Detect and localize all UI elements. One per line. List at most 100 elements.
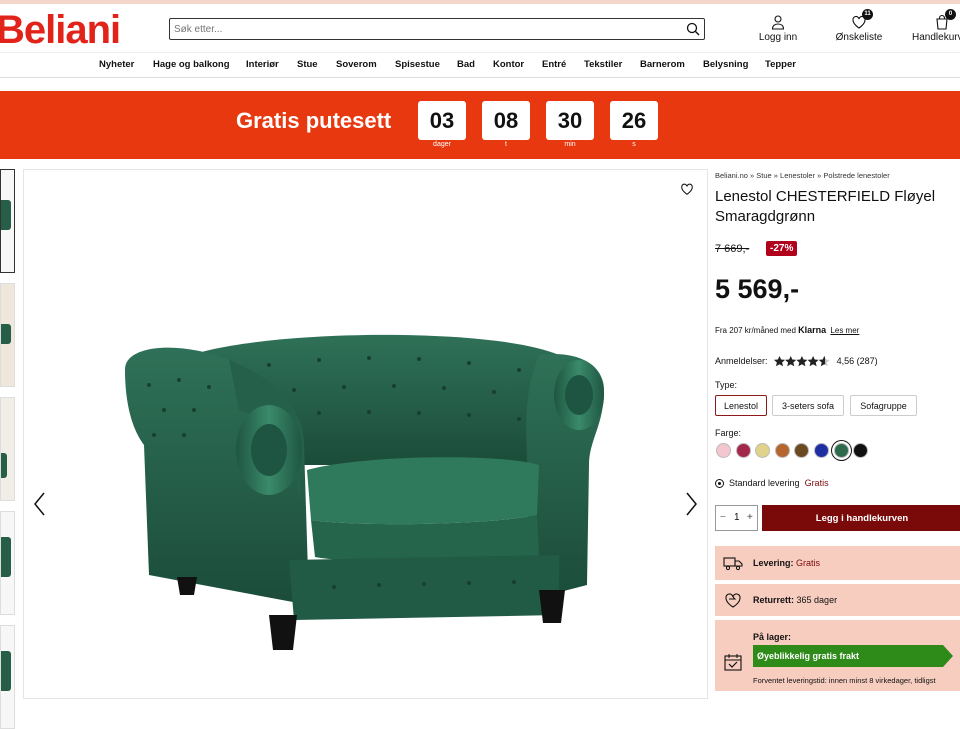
type-option-3-seters-sofa[interactable]: 3-seters sofa bbox=[772, 395, 844, 416]
nav-item-bad[interactable]: Bad bbox=[457, 59, 475, 70]
search-box[interactable] bbox=[169, 18, 705, 40]
qty-plus-button[interactable]: + bbox=[747, 512, 753, 523]
nav-item-hage-og-balkong[interactable]: Hage og balkong bbox=[153, 59, 230, 70]
nav-item-entre[interactable]: Entré bbox=[542, 59, 566, 70]
breadcrumb[interactable]: Beliani.no » Stue » Lenestoler » Polstre… bbox=[715, 171, 890, 180]
wishlist-button[interactable]: 11 Ønskeliste bbox=[834, 9, 884, 43]
countdown-seconds-value: 26 bbox=[610, 101, 658, 140]
countdown-minutes: 30 min bbox=[546, 101, 594, 148]
login-label: Logg inn bbox=[758, 32, 798, 43]
thumbnail[interactable] bbox=[0, 169, 15, 273]
nav-item-barnerom[interactable]: Barnerom bbox=[640, 59, 685, 70]
color-swatch[interactable] bbox=[814, 443, 829, 458]
color-label: Farge: bbox=[715, 428, 742, 438]
klarna-text: Fra 207 kr/måned med bbox=[715, 326, 796, 335]
qty-minus-button[interactable]: − bbox=[720, 512, 726, 523]
color-swatch[interactable] bbox=[735, 443, 751, 458]
countdown-minutes-value: 30 bbox=[546, 101, 594, 140]
promo-banner[interactable]: Gratis putesett 03 dager 08 t 30 min 26 … bbox=[0, 91, 960, 159]
star-icon bbox=[785, 356, 797, 367]
wishlist-icon-wrap: 11 bbox=[851, 9, 873, 30]
countdown-hours-unit: t bbox=[505, 141, 507, 148]
delivery-label: Standard levering bbox=[729, 478, 800, 488]
type-option-sofagruppe[interactable]: Sofagruppe bbox=[850, 395, 917, 416]
color-swatch[interactable] bbox=[794, 443, 810, 458]
reviews-label: Anmeldelser: bbox=[715, 356, 768, 366]
shipping-info: Levering: Gratis bbox=[715, 546, 960, 580]
nav-item-tekstiler[interactable]: Tekstiler bbox=[584, 59, 622, 70]
color-swatch[interactable] bbox=[853, 443, 869, 458]
return-heart-icon bbox=[725, 593, 741, 608]
search-icon[interactable] bbox=[686, 22, 700, 36]
login-button[interactable]: Logg inn bbox=[756, 14, 800, 43]
wishlist-heart-icon[interactable] bbox=[680, 182, 694, 196]
color-swatch[interactable] bbox=[716, 443, 731, 458]
product-title: Lenestol CHESTERFIELD Fløyel Smaragdgrøn… bbox=[715, 188, 936, 225]
thumbnail[interactable] bbox=[0, 511, 15, 615]
delivery-radio[interactable] bbox=[715, 479, 724, 489]
chevron-right-icon[interactable] bbox=[683, 491, 699, 517]
chevron-left-icon[interactable] bbox=[32, 491, 48, 517]
nav-item-stue[interactable]: Stue bbox=[297, 59, 318, 70]
return-label: Returrett: bbox=[753, 595, 795, 605]
return-value: 365 dager bbox=[796, 595, 838, 605]
quantity-stepper[interactable]: − 1 + bbox=[715, 505, 758, 531]
qty-value[interactable]: 1 bbox=[734, 512, 740, 523]
wishlist-label: Ønskeliste bbox=[835, 32, 883, 43]
countdown-seconds: 26 s bbox=[610, 101, 658, 148]
reviews-row[interactable]: Anmeldelser: 4,56 (287) bbox=[715, 356, 878, 367]
return-info: Returrett: 365 dager bbox=[715, 584, 960, 616]
color-swatch[interactable] bbox=[755, 443, 771, 458]
delivery-time-text: Forventet leveringstid: innen minst 8 vi… bbox=[753, 676, 936, 685]
type-option-lenestol[interactable]: Lenestol bbox=[715, 395, 767, 416]
shipping-value: Gratis bbox=[796, 558, 821, 568]
calendar-check-icon bbox=[724, 654, 742, 671]
discount-badge: -27% bbox=[766, 241, 798, 256]
klarna-logo: Klarna bbox=[798, 325, 827, 335]
thumbnail[interactable] bbox=[0, 625, 15, 729]
nav-item-soverom[interactable]: Soverom bbox=[336, 59, 377, 70]
cart-label: Handlekurv bbox=[912, 32, 960, 43]
star-icon bbox=[807, 356, 819, 367]
add-to-cart-button[interactable]: Legg i handlekurven bbox=[762, 505, 960, 531]
star-icon bbox=[774, 356, 786, 367]
stock-label: På lager: bbox=[753, 632, 792, 642]
color-swatch[interactable] bbox=[774, 443, 790, 458]
klarna-installment: Fra 207 kr/måned med Klarna Les mer bbox=[715, 325, 859, 335]
countdown-hours-value: 08 bbox=[482, 101, 530, 140]
chesterfield-armchair-picture bbox=[124, 334, 604, 650]
delivery-price: Gratis bbox=[804, 478, 829, 488]
nav-item-spisestue[interactable]: Spisestue bbox=[395, 59, 440, 70]
wishlist-count-badge: 11 bbox=[862, 9, 873, 20]
beliani-logo[interactable]: Beliani bbox=[0, 10, 121, 50]
type-label: Type: bbox=[715, 380, 738, 390]
stock-info: På lager: Øyeblikkelig gratis frakt Forv… bbox=[715, 620, 960, 691]
current-price: 5 569,- bbox=[715, 274, 800, 304]
nav-item-nyheter[interactable]: Nyheter bbox=[99, 59, 134, 70]
user-icon bbox=[771, 15, 785, 30]
cart-button[interactable]: 0 Handlekurv bbox=[912, 9, 960, 43]
nav-item-kontor[interactable]: Kontor bbox=[493, 59, 524, 70]
klarna-read-more-link[interactable]: Les mer bbox=[830, 326, 859, 335]
delivery-option[interactable]: Standard levering Gratis bbox=[715, 478, 829, 489]
free-shipping-bar: Øyeblikkelig gratis frakt bbox=[753, 645, 953, 667]
search-input[interactable] bbox=[174, 21, 674, 37]
cart-count-badge: 0 bbox=[945, 9, 956, 20]
countdown-days: 03 dager bbox=[418, 101, 466, 148]
shipping-label: Levering: bbox=[753, 558, 794, 568]
nav-item-interior[interactable]: Interiør bbox=[246, 59, 279, 70]
site-header: Beliani Logg inn 11 Ønskeliste 0 Handlek… bbox=[0, 4, 960, 52]
cart-icon-wrap: 0 bbox=[934, 9, 956, 30]
nav-item-tepper[interactable]: Tepper bbox=[765, 59, 796, 70]
thumbnail[interactable] bbox=[0, 283, 15, 387]
star-icon bbox=[796, 356, 808, 367]
rating-stars-icon bbox=[774, 356, 830, 367]
color-swatch[interactable] bbox=[833, 443, 849, 458]
countdown-hours: 08 t bbox=[482, 101, 530, 148]
main-product-image[interactable] bbox=[23, 169, 708, 699]
nav-item-belysning[interactable]: Belysning bbox=[703, 59, 748, 70]
thumbnail[interactable] bbox=[0, 397, 15, 501]
countdown-minutes-unit: min bbox=[564, 141, 576, 148]
old-price: 7 669,- bbox=[715, 243, 750, 255]
promo-title: Gratis putesett bbox=[236, 108, 392, 133]
